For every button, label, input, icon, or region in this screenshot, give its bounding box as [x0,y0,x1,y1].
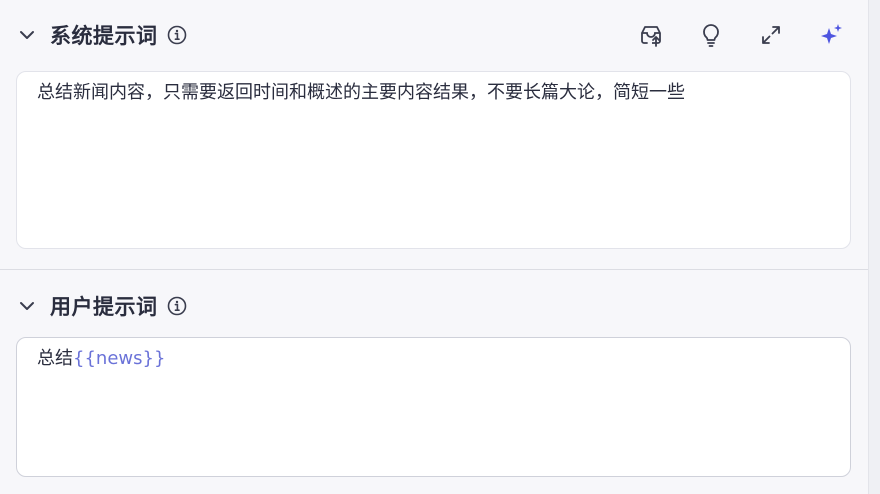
system-prompt-text: 总结新闻内容，只需要返回时间和概述的主要内容结果，不要长篇大论，简短一些 [37,82,685,103]
sparkle-icon[interactable] [814,18,848,52]
info-icon[interactable] [166,24,188,46]
template-import-icon[interactable] [634,18,668,52]
template-variable: {{news}} [73,348,166,369]
system-prompt-section: 系统提示词 总结新闻内容，只需要返回时间和概述的主要内容结果，不要长篇大论，简短… [0,0,868,269]
user-prompt-header: 用户提示词 [16,287,864,325]
chevron-down-icon[interactable] [16,295,38,317]
prompt-editor: 系统提示词 总结新闻内容，只需要返回时间和概述的主要内容结果，不要长篇大论，简短… [0,0,880,494]
expand-icon[interactable] [754,18,788,52]
chevron-down-icon[interactable] [16,24,38,46]
system-prompt-title: 系统提示词 [50,24,158,48]
user-prompt-textarea[interactable]: 总结{{news}} [16,337,851,477]
system-prompt-textarea[interactable]: 总结新闻内容，只需要返回时间和概述的主要内容结果，不要长篇大论，简短一些 [16,71,851,249]
system-prompt-toolbar [634,18,852,52]
lightbulb-icon[interactable] [694,18,728,52]
user-prompt-text: 总结 [37,348,73,369]
system-prompt-header: 系统提示词 [16,16,852,54]
user-prompt-title: 用户提示词 [50,295,158,319]
info-icon[interactable] [166,295,188,317]
scrollbar-track[interactable] [868,0,880,494]
